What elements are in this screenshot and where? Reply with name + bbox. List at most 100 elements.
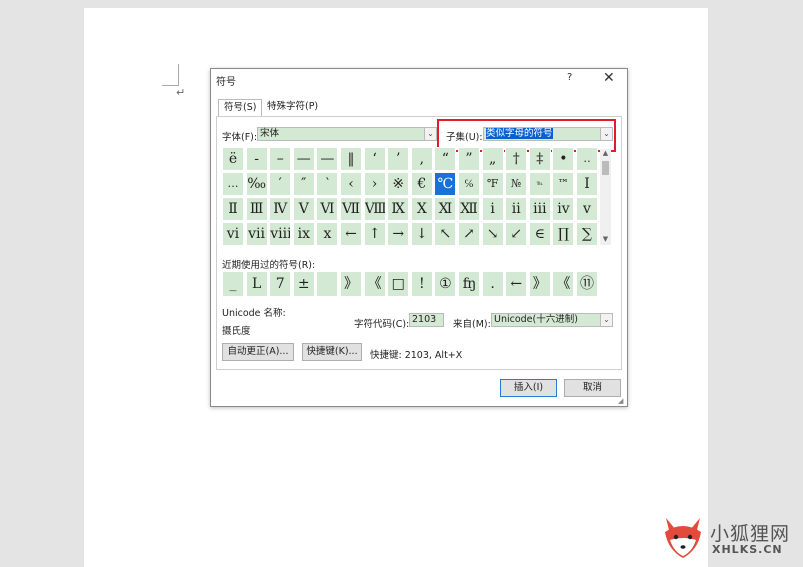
symbol-cell[interactable]: ↖	[434, 222, 457, 246]
char-code-input[interactable]: 2103	[409, 313, 444, 327]
symbol-cell[interactable]: ℃	[434, 172, 457, 196]
symbol-cell[interactable]: ∑	[576, 222, 598, 246]
recent-symbol-cell[interactable]: 《	[552, 271, 575, 297]
symbol-cell[interactable]: Ⅱ	[222, 197, 244, 221]
symbol-cell[interactable]: ‵	[316, 172, 339, 196]
symbol-cell[interactable]: -	[245, 147, 268, 171]
symbol-cell[interactable]: ∏	[552, 222, 575, 246]
symbol-cell[interactable]: ⅸ	[292, 222, 315, 246]
symbol-cell[interactable]: Ⅲ	[245, 197, 268, 221]
recent-symbol-cell[interactable]: .	[481, 271, 504, 297]
from-value: Unicode(十六进制)	[494, 314, 578, 325]
symbol-cell[interactable]: ⅷ	[269, 222, 292, 246]
symbol-cell[interactable]: “	[434, 147, 457, 171]
recent-symbol-cell[interactable]: 7	[269, 271, 292, 297]
symbol-cell[interactable]: Ⅺ	[434, 197, 457, 221]
symbol-cell[interactable]: ∈	[528, 222, 551, 246]
recent-symbol-cell[interactable]: 》	[528, 271, 551, 297]
symbol-cell[interactable]: Ⅳ	[269, 197, 292, 221]
symbol-cell[interactable]: ↑	[363, 222, 386, 246]
symbol-cell[interactable]: ↘	[481, 222, 504, 246]
recent-symbol-cell[interactable]: ①	[434, 271, 457, 297]
symbol-cell[interactable]: †	[505, 147, 528, 171]
symbol-cell[interactable]: ℡	[528, 172, 551, 196]
chevron-down-icon[interactable]: ⌄	[600, 314, 612, 326]
symbol-cell[interactable]: ‥	[576, 147, 598, 171]
symbol-cell[interactable]: Ⅴ	[292, 197, 315, 221]
symbol-cell[interactable]: ⅱ	[505, 197, 528, 221]
symbol-cell[interactable]: ‘	[363, 147, 386, 171]
symbol-cell[interactable]: ←	[340, 222, 362, 246]
help-button[interactable]: ?	[567, 72, 572, 83]
autocorrect-button[interactable]: 自动更正(A)...	[222, 343, 294, 361]
symbol-cell[interactable]: ‡	[528, 147, 551, 171]
symbol-cell[interactable]: →	[387, 222, 410, 246]
recent-symbol-cell[interactable]: □	[387, 271, 410, 297]
symbol-cell[interactable]: Ⅻ	[458, 197, 480, 221]
symbol-cell[interactable]: ⅰ	[481, 197, 504, 221]
scroll-thumb[interactable]	[602, 161, 609, 175]
insert-button[interactable]: 插入(I)	[500, 379, 557, 397]
symbol-cell[interactable]: Ⅶ	[340, 197, 362, 221]
recent-symbol-cell[interactable]: ±	[292, 271, 315, 297]
cancel-button[interactable]: 取消	[564, 379, 621, 397]
symbol-cell[interactable]: ’	[387, 147, 410, 171]
recent-symbol-cell[interactable]: 《	[363, 271, 386, 297]
scroll-up-icon[interactable]: ▲	[600, 149, 611, 159]
symbol-cell[interactable]: ⅹ	[316, 222, 339, 246]
symbol-cell[interactable]: ⅵ	[222, 222, 244, 246]
symbol-cell[interactable]: ⅳ	[552, 197, 575, 221]
symbol-cell[interactable]: ™	[552, 172, 575, 196]
symbol-cell[interactable]: ℉	[481, 172, 504, 196]
shortcut-key-button[interactable]: 快捷键(K)...	[302, 343, 362, 361]
symbol-cell[interactable]: €	[410, 172, 433, 196]
symbol-cell[interactable]: ⅴ	[576, 197, 598, 221]
symbol-cell[interactable]: —	[316, 147, 339, 171]
from-combo[interactable]: Unicode(十六进制) ⌄	[491, 313, 613, 327]
chevron-down-icon[interactable]: ⌄	[424, 128, 436, 140]
recent-symbol-cell[interactable]: !	[410, 271, 433, 297]
symbol-cell[interactable]: ‰	[245, 172, 268, 196]
symbol-cell[interactable]: —	[292, 147, 315, 171]
recent-symbol-cell[interactable]: _	[222, 271, 244, 297]
symbol-cell[interactable]: Ⅹ	[410, 197, 433, 221]
recent-symbol-cell[interactable]: ʩ	[458, 271, 480, 297]
symbol-cell[interactable]: Ⅷ	[363, 197, 386, 221]
symbol-cell[interactable]: ‹	[340, 172, 362, 196]
recent-symbol-cell[interactable]: ⑪	[576, 271, 598, 297]
symbol-cell[interactable]: ‖	[340, 147, 362, 171]
symbol-cell[interactable]: –	[269, 147, 292, 171]
symbol-cell[interactable]: Ⅵ	[316, 197, 339, 221]
scroll-down-icon[interactable]: ▼	[600, 235, 611, 245]
recent-symbol-cell[interactable]	[316, 271, 339, 297]
resize-grip-icon[interactable]: ◢	[618, 397, 623, 405]
recent-symbol-cell[interactable]: ←	[505, 271, 528, 297]
symbol-cell[interactable]: ⅶ	[245, 222, 268, 246]
symbol-cell[interactable]: ,	[410, 147, 433, 171]
symbol-cell[interactable]: ↗	[458, 222, 480, 246]
recent-symbol-cell[interactable]: 》	[340, 271, 362, 297]
symbol-scrollbar[interactable]: ▲ ▼	[600, 149, 611, 245]
symbol-cell[interactable]: ›	[363, 172, 386, 196]
symbol-cell[interactable]: •	[552, 147, 575, 171]
symbol-cell[interactable]: Ⅸ	[387, 197, 410, 221]
symbol-cell[interactable]: ↙	[505, 222, 528, 246]
symbol-cell[interactable]: …	[222, 172, 244, 196]
symbol-cell[interactable]: ↓	[410, 222, 433, 246]
symbol-cell[interactable]: ″	[292, 172, 315, 196]
symbol-cell[interactable]: ℅	[458, 172, 480, 196]
symbol-cell[interactable]: ※	[387, 172, 410, 196]
recent-symbol-cell[interactable]: L	[245, 271, 268, 297]
tab-special-characters[interactable]: 特殊字符(P)	[262, 99, 323, 115]
title-bar: 符号 ? ✕	[211, 69, 627, 89]
font-combo[interactable]: 宋体 ⌄	[257, 127, 437, 141]
close-button[interactable]: ✕	[603, 70, 615, 86]
symbol-cell[interactable]: „	[481, 147, 504, 171]
symbol-cell[interactable]: ⅲ	[528, 197, 551, 221]
symbol-cell[interactable]: ë	[222, 147, 244, 171]
symbol-cell[interactable]: Ⅰ	[576, 172, 598, 196]
tab-symbols[interactable]: 符号(S)	[218, 99, 263, 116]
symbol-cell[interactable]: №	[505, 172, 528, 196]
symbol-cell[interactable]: ”	[458, 147, 480, 171]
symbol-cell[interactable]: ′	[269, 172, 292, 196]
